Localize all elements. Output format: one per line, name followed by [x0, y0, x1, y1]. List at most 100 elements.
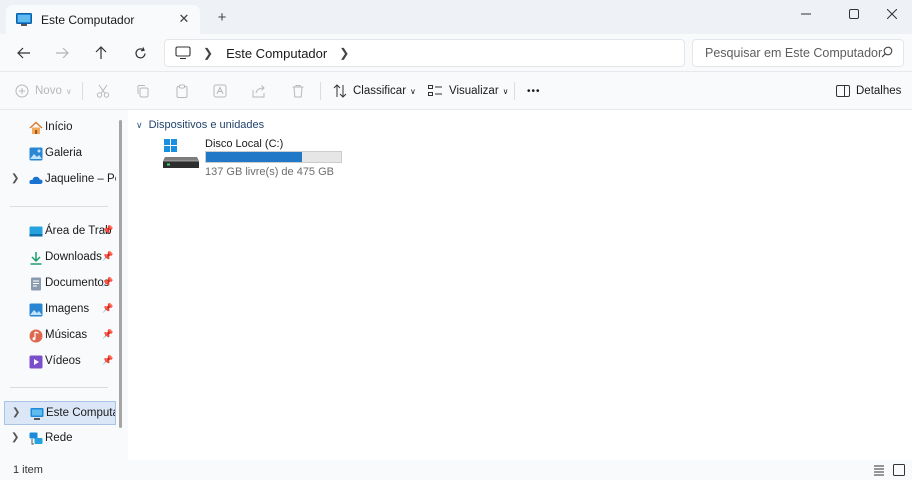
more-options-icon: •••: [527, 85, 541, 97]
sidebar-divider: [10, 387, 108, 388]
breadcrumb-chevron-icon[interactable]: ❯: [339, 46, 349, 60]
sidebar-item-label: Início: [45, 121, 73, 133]
sidebar-item-documentos[interactable]: Documentos 📌: [4, 272, 116, 296]
sidebar-item-label: Jaqueline – Pess: [45, 173, 116, 185]
drive-free-space: 137 GB livre(s) de 475 GB: [205, 166, 335, 178]
command-bar: Novo ∨ Classificar ∨ Visualizar ∨ ••• De…: [0, 72, 912, 110]
tab-este-computador[interactable]: Este Computador ✕: [6, 5, 200, 34]
gallery-icon: [29, 147, 43, 161]
sidebar-item-imagens[interactable]: Imagens 📌: [4, 298, 116, 322]
chevron-down-icon: ∨: [410, 86, 416, 96]
copy-button[interactable]: [136, 82, 150, 100]
share-button[interactable]: [252, 82, 266, 100]
details-view-icon[interactable]: [872, 463, 886, 477]
pin-icon[interactable]: 📌: [102, 303, 113, 314]
sidebar-item-area-de-trabalho[interactable]: Área de Trab 📌: [4, 220, 116, 244]
this-pc-icon: [16, 12, 32, 26]
sidebar-item-galeria[interactable]: Galeria: [4, 142, 116, 166]
view-button[interactable]: Visualizar ∨: [428, 82, 509, 100]
tiles-view-icon[interactable]: [892, 463, 906, 477]
navigation-bar: ❯ Este Computador ❯ Pesquisar em Este Co…: [0, 34, 912, 72]
this-pc-icon: [30, 408, 44, 420]
monitor-icon: [175, 46, 191, 60]
cut-button[interactable]: [96, 82, 110, 100]
share-icon: [252, 85, 265, 98]
arrow-right-icon: [56, 47, 69, 59]
tab-title: Este Computador: [41, 12, 135, 27]
pictures-icon: [29, 303, 43, 317]
arrow-up-icon: [95, 46, 107, 59]
status-bar: 1 item: [0, 460, 912, 480]
arrow-left-icon: [17, 47, 30, 59]
sidebar-item-label: Downloads: [45, 251, 102, 263]
desktop-icon: [29, 226, 43, 237]
file-list: ∨ Dispositivos e unidades Disco Local (C…: [128, 110, 912, 460]
refresh-icon: [134, 46, 146, 58]
chevron-right-icon[interactable]: ❯: [11, 173, 19, 184]
maximize-button[interactable]: [834, 0, 874, 28]
maximize-icon: [849, 9, 859, 19]
sidebar-item-inicio[interactable]: Início: [4, 116, 116, 140]
copy-icon: [137, 85, 149, 98]
chevron-down-icon: ∨: [65, 86, 72, 96]
details-label: Detalhes: [856, 85, 902, 97]
chevron-right-icon[interactable]: ❯: [11, 432, 19, 443]
drive-usage-fill: [206, 152, 302, 162]
drive-usage-bar: [205, 151, 342, 163]
minimize-button[interactable]: [786, 0, 826, 28]
search-input[interactable]: Pesquisar em Este Computador: [692, 39, 904, 67]
refresh-button[interactable]: [128, 42, 152, 64]
delete-button[interactable]: [291, 82, 305, 100]
rename-button[interactable]: [213, 82, 227, 100]
forward-button[interactable]: [50, 42, 74, 64]
sidebar-item-musicas[interactable]: Músicas 📌: [4, 324, 116, 348]
group-header-dispositivos[interactable]: ∨ Dispositivos e unidades: [136, 119, 264, 131]
drive-item-c[interactable]: Disco Local (C:) 137 GB livre(s) de 475 …: [162, 137, 352, 181]
tab-close-icon[interactable]: ✕: [176, 11, 192, 27]
sidebar-item-downloads[interactable]: Downloads 📌: [4, 246, 116, 270]
sidebar-item-este-computador[interactable]: ❯ Este Computador: [4, 401, 116, 425]
new-label: Novo: [35, 85, 62, 97]
sidebar-item-onedrive[interactable]: ❯ Jaqueline – Pess: [4, 168, 116, 192]
chevron-right-icon[interactable]: ❯: [12, 407, 20, 418]
up-button[interactable]: [89, 42, 113, 64]
pin-icon[interactable]: 📌: [102, 277, 113, 288]
pin-icon[interactable]: 📌: [102, 355, 113, 366]
home-icon: [29, 121, 43, 134]
sidebar-item-label: Galeria: [45, 147, 83, 159]
windows-drive-icon: [163, 139, 199, 168]
paste-button[interactable]: [175, 82, 189, 100]
breadcrumb-este-computador[interactable]: Este Computador: [226, 46, 327, 61]
clipboard-icon: [176, 84, 188, 98]
details-button[interactable]: Detalhes: [836, 82, 901, 100]
plus-circle-icon: [15, 84, 29, 98]
pin-icon[interactable]: 📌: [102, 329, 113, 340]
close-button[interactable]: [872, 0, 912, 28]
new-button[interactable]: Novo ∨: [15, 82, 72, 100]
breadcrumb-chevron-icon[interactable]: ❯: [203, 46, 213, 60]
view-label: Visualizar: [449, 85, 499, 97]
videos-icon: [29, 355, 43, 369]
view-list-icon: [428, 85, 442, 96]
sidebar-item-rede[interactable]: ❯ Rede: [4, 427, 116, 451]
search-icon: [881, 46, 893, 58]
new-tab-button[interactable]: +: [213, 9, 231, 26]
sort-button[interactable]: Classificar ∨: [333, 82, 416, 100]
chevron-down-icon: ∨: [502, 86, 509, 96]
pin-icon[interactable]: 📌: [102, 251, 113, 262]
address-bar[interactable]: ❯ Este Computador ❯: [164, 39, 685, 67]
rename-icon: [213, 84, 227, 98]
more-options-button[interactable]: •••: [527, 82, 541, 100]
item-count: 1 item: [13, 464, 43, 476]
minimize-icon: [801, 13, 811, 15]
chevron-down-icon: ∨: [136, 119, 143, 130]
sidebar-item-label: Músicas: [45, 329, 88, 341]
sidebar-item-label: Este Computador: [46, 407, 115, 419]
search-placeholder: Pesquisar em Este Computador: [705, 46, 883, 60]
pin-icon[interactable]: 📌: [102, 225, 113, 236]
sidebar-scrollbar[interactable]: [119, 120, 122, 428]
sidebar-item-videos[interactable]: Vídeos 📌: [4, 350, 116, 374]
back-button[interactable]: [12, 42, 36, 64]
documents-icon: [31, 277, 41, 291]
sidebar-item-label: Documentos: [45, 277, 110, 289]
